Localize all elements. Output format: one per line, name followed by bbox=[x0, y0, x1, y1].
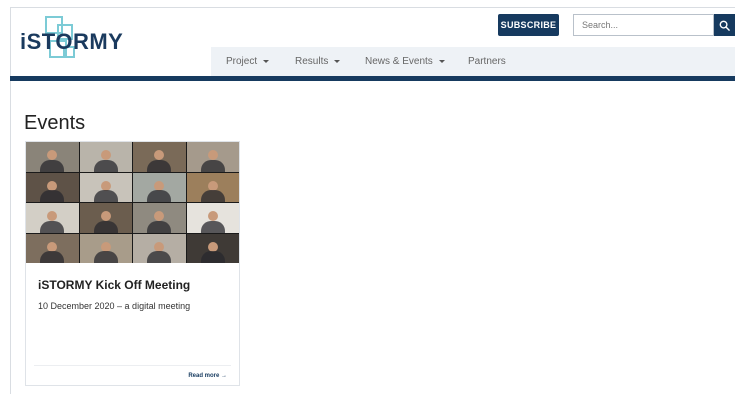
nav-item-news-events[interactable]: News & Events bbox=[365, 47, 445, 76]
search-button[interactable] bbox=[714, 14, 735, 36]
main-navigation: Project Results News & Events Partners bbox=[211, 47, 735, 76]
video-tile bbox=[79, 172, 132, 202]
read-more-link[interactable]: Read more → bbox=[188, 373, 227, 379]
nav-item-results[interactable]: Results bbox=[295, 47, 341, 76]
page-title: Events bbox=[24, 112, 86, 134]
nav-item-label: Partners bbox=[468, 56, 506, 67]
video-tile bbox=[133, 172, 186, 202]
nav-item-label: Results bbox=[295, 56, 329, 67]
video-tile bbox=[79, 142, 132, 172]
video-tile bbox=[79, 233, 132, 263]
event-title[interactable]: iSTORMY Kick Off Meeting bbox=[38, 278, 190, 292]
video-tile bbox=[26, 172, 79, 202]
nav-item-project[interactable]: Project bbox=[226, 47, 270, 76]
logo-wordmark: iSTORMY bbox=[20, 29, 124, 54]
video-tile bbox=[26, 203, 79, 233]
video-tile bbox=[186, 203, 239, 233]
nav-item-label: Project bbox=[226, 56, 258, 67]
video-tile bbox=[186, 142, 239, 172]
video-tile bbox=[79, 203, 132, 233]
event-subtitle: 10 December 2020 – a digital meeting bbox=[38, 301, 191, 311]
caret-down-icon bbox=[438, 60, 445, 63]
nav-item-partners[interactable]: Partners bbox=[468, 47, 506, 76]
video-tile bbox=[186, 172, 239, 202]
site-logo[interactable]: iSTORMY bbox=[20, 14, 140, 64]
event-card[interactable]: iSTORMY Kick Off Meeting 10 December 202… bbox=[25, 141, 240, 386]
card-divider bbox=[34, 365, 231, 366]
subscribe-button[interactable]: SUBSCRIBE bbox=[498, 14, 559, 36]
search-input[interactable] bbox=[573, 14, 714, 36]
video-tile bbox=[26, 233, 79, 263]
header-divider bbox=[10, 76, 735, 81]
caret-down-icon bbox=[334, 60, 341, 63]
video-tile bbox=[186, 233, 239, 263]
caret-down-icon bbox=[263, 60, 270, 63]
nav-item-label: News & Events bbox=[365, 56, 433, 67]
video-tile bbox=[26, 142, 79, 172]
video-tile bbox=[133, 203, 186, 233]
event-image[interactable] bbox=[26, 142, 239, 263]
video-tile bbox=[133, 233, 186, 263]
search-icon bbox=[719, 20, 730, 31]
video-tile bbox=[133, 142, 186, 172]
